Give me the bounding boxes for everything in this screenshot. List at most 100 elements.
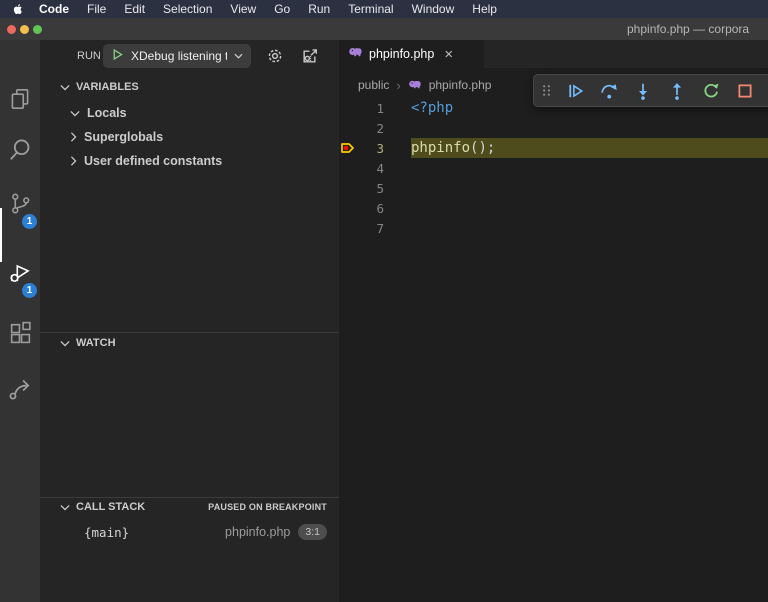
debug-console-icon[interactable] [298, 45, 320, 67]
stop-icon[interactable] [732, 77, 759, 104]
step-out-icon[interactable] [664, 77, 691, 104]
function-call-token: phpinfo [411, 140, 471, 156]
share-icon [7, 376, 33, 407]
close-window-button[interactable] [7, 25, 16, 34]
breadcrumb-separator-icon: › [396, 77, 401, 93]
code-area[interactable]: 1 <?php 2 3 phpinfo(); 4 5 6 7 [339, 98, 768, 238]
tree-item-label: Locals [87, 106, 127, 120]
window-title: phpinfo.php — corpora [627, 22, 750, 36]
menu-terminal[interactable]: Terminal [339, 0, 402, 18]
section-divider[interactable] [40, 332, 339, 333]
extensions-icon [8, 320, 33, 350]
php-file-icon [408, 77, 422, 94]
call-stack-frame[interactable]: {main} phpinfo.php 3:1 [40, 522, 327, 542]
debug-config-name: XDebug listening t [131, 49, 227, 63]
chevron-down-icon [234, 53, 243, 59]
line-number[interactable]: 1 [339, 101, 384, 116]
watch-section-header[interactable]: WATCH [60, 337, 116, 349]
menu-code[interactable]: Code [30, 0, 78, 18]
call-stack-title: CALL STACK [76, 501, 146, 513]
activity-bar: 1 1 [0, 40, 40, 602]
editor-group: phpinfo.php × public › phpinfo.php 1 <?p… [339, 40, 768, 602]
search-icon [7, 137, 33, 168]
tab-phpinfo[interactable]: phpinfo.php × [339, 40, 484, 68]
close-tab-icon[interactable]: × [444, 47, 453, 62]
sidebar-item-source-control[interactable]: 1 [0, 180, 40, 232]
restart-icon[interactable] [698, 77, 725, 104]
start-debug-icon[interactable] [111, 48, 124, 64]
frame-name: {main} [84, 524, 130, 540]
line-number[interactable]: 5 [339, 181, 384, 196]
punctuation-token: (); [470, 140, 496, 156]
frame-file: phpinfo.php [225, 525, 291, 539]
chevron-down-icon [60, 84, 70, 91]
paused-status-badge: PAUSED ON BREAKPOINT [208, 502, 327, 512]
chevron-down-icon [60, 504, 70, 511]
php-file-icon [348, 44, 363, 64]
variables-title: VARIABLES [76, 81, 139, 93]
breadcrumb-file[interactable]: phpinfo.php [429, 78, 492, 92]
menu-file[interactable]: File [78, 0, 115, 18]
menu-selection[interactable]: Selection [154, 0, 221, 18]
sidebar-item-explorer[interactable] [0, 75, 40, 127]
line-number[interactable]: 6 [339, 201, 384, 216]
chevron-right-icon [70, 156, 77, 166]
line-number[interactable]: 7 [339, 221, 384, 236]
variables-section-header[interactable]: VARIABLES [60, 81, 139, 93]
code-line-6[interactable]: 6 [339, 198, 768, 218]
vscode-window: Code File Edit Selection View Go Run Ter… [0, 0, 768, 602]
tree-item-label: User defined constants [84, 154, 223, 168]
zoom-window-button[interactable] [33, 25, 42, 34]
apple-icon[interactable] [12, 2, 24, 16]
debug-badge: 1 [22, 283, 37, 298]
sidebar-item-search[interactable] [0, 126, 40, 178]
watch-title: WATCH [76, 337, 116, 349]
drag-handle-icon[interactable] [538, 82, 554, 100]
variables-item-superglobals[interactable]: Superglobals [70, 126, 163, 148]
files-icon [7, 86, 33, 117]
line-number[interactable]: 2 [339, 121, 384, 136]
variables-item-user-defined-constants[interactable]: User defined constants [70, 150, 222, 172]
step-into-icon[interactable] [630, 77, 657, 104]
breadcrumb-folder[interactable]: public [358, 78, 389, 92]
step-over-icon[interactable] [596, 77, 623, 104]
chevron-right-icon [70, 132, 77, 142]
code-line-2[interactable]: 2 [339, 118, 768, 138]
run-label: RUN [77, 50, 101, 62]
sidebar-item-run-and-debug[interactable]: 1 [0, 249, 40, 301]
sidebar-item-share[interactable] [0, 365, 40, 417]
code-line-5[interactable]: 5 [339, 178, 768, 198]
menu-go[interactable]: Go [265, 0, 299, 18]
menu-view[interactable]: View [221, 0, 265, 18]
php-open-tag: <?php [411, 100, 454, 116]
debug-config-dropdown[interactable]: XDebug listening t [103, 44, 251, 68]
menu-run[interactable]: Run [299, 0, 339, 18]
debug-toolbar [533, 74, 768, 107]
line-number[interactable]: 4 [339, 161, 384, 176]
menu-window[interactable]: Window [403, 0, 464, 18]
debug-sidebar: RUN XDebug listening t VARIABLES Locals … [40, 40, 339, 602]
frame-location-badge: 3:1 [298, 524, 327, 540]
breakpoint-current-line-icon[interactable] [340, 140, 356, 160]
section-divider[interactable] [40, 497, 339, 498]
chevron-down-icon [60, 340, 70, 347]
chevron-down-icon [70, 110, 80, 117]
sidebar-item-extensions[interactable] [0, 309, 40, 361]
variables-item-locals[interactable]: Locals [70, 102, 127, 124]
macos-menu-bar: Code File Edit Selection View Go Run Ter… [0, 0, 768, 18]
menu-edit[interactable]: Edit [115, 0, 154, 18]
continue-icon[interactable] [562, 77, 589, 104]
minimize-window-button[interactable] [20, 25, 29, 34]
run-toolbar: RUN XDebug listening t [40, 43, 339, 69]
menu-help[interactable]: Help [463, 0, 506, 18]
source-control-badge: 1 [22, 214, 37, 229]
window-title-bar: phpinfo.php — corpora [0, 18, 768, 40]
tree-item-label: Superglobals [84, 130, 164, 144]
code-line-4[interactable]: 4 [339, 158, 768, 178]
call-stack-section-header[interactable]: CALL STACK PAUSED ON BREAKPOINT [60, 501, 327, 513]
tab-label: phpinfo.php [369, 47, 435, 61]
code-line-3-current[interactable]: 3 phpinfo(); [339, 138, 768, 158]
code-line-7[interactable]: 7 [339, 218, 768, 238]
gear-icon[interactable] [264, 45, 286, 67]
breadcrumb: public › phpinfo.php [358, 74, 491, 96]
